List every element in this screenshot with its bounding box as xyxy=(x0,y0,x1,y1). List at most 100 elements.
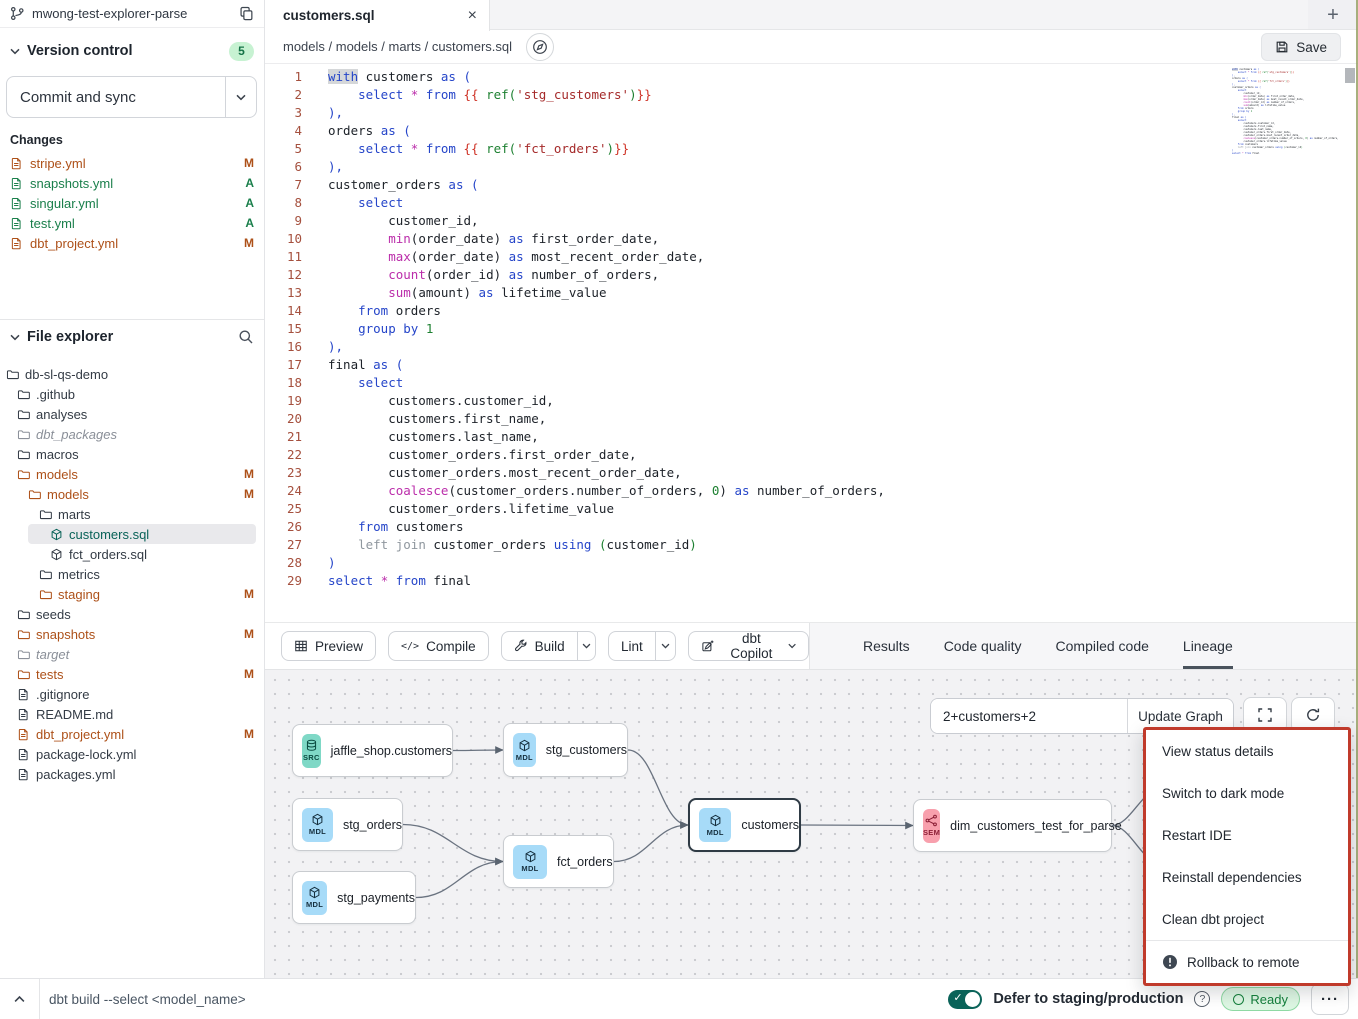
help-icon[interactable]: ? xyxy=(1194,991,1210,1007)
close-tab-icon[interactable]: × xyxy=(468,8,477,24)
status-badge[interactable]: Ready xyxy=(1221,987,1300,1011)
menu-item-restart-ide[interactable]: Restart IDE xyxy=(1146,814,1348,856)
lineage-node-jaffle_shop.customers[interactable]: SRCjaffle_shop.customers xyxy=(292,724,453,777)
tree-item-package-lock.yml[interactable]: package-lock.yml xyxy=(0,744,264,764)
more-options-button[interactable]: ··· xyxy=(1311,983,1349,1015)
menu-item-clean-dbt-project[interactable]: Clean dbt project xyxy=(1146,898,1348,940)
code-line[interactable]: 3), xyxy=(265,104,1358,122)
code-line[interactable]: 24 coalesce(customer_orders.number_of_or… xyxy=(265,482,1358,500)
code-line[interactable]: 19 customers.customer_id, xyxy=(265,392,1358,410)
command-input[interactable]: dbt build --select <model_name> xyxy=(49,992,246,1007)
copy-branch-button[interactable] xyxy=(239,6,254,21)
code-line[interactable]: 22 customer_orders.first_order_date, xyxy=(265,446,1358,464)
code-line[interactable]: 18 select xyxy=(265,374,1358,392)
code-line[interactable]: 26 from customers xyxy=(265,518,1358,536)
tree-item-.gitignore[interactable]: .gitignore xyxy=(0,684,264,704)
code-line[interactable]: 5 select * from {{ ref('fct_orders')}} xyxy=(265,140,1358,158)
change-row-stripe.yml[interactable]: stripe.ymlM xyxy=(0,153,264,173)
code-line[interactable]: 14 from orders xyxy=(265,302,1358,320)
tree-item-metrics[interactable]: metrics xyxy=(0,564,264,584)
code-line[interactable]: 25 customer_orders.lifetime_value xyxy=(265,500,1358,518)
code-line[interactable]: 27 left join customer_orders using (cust… xyxy=(265,536,1358,554)
dbt-copilot-button[interactable]: dbt Copilot xyxy=(688,631,809,661)
code-line[interactable]: 12 count(order_id) as number_of_orders, xyxy=(265,266,1358,284)
open-in-explorer-button[interactable] xyxy=(526,33,554,61)
tab-customers-sql[interactable]: customers.sql × xyxy=(265,0,490,31)
code-line[interactable]: 6), xyxy=(265,158,1358,176)
file-search-button[interactable] xyxy=(238,329,254,345)
version-control-header[interactable]: Version control 5 xyxy=(0,38,264,64)
tree-item-.github[interactable]: .github xyxy=(0,384,264,404)
change-row-snapshots.yml[interactable]: snapshots.ymlA xyxy=(0,173,264,193)
code-line[interactable]: 13 sum(amount) as lifetime_value xyxy=(265,284,1358,302)
tree-item-customers.sql[interactable]: customers.sql xyxy=(28,524,256,544)
tree-item-models[interactable]: modelsM xyxy=(0,484,264,504)
change-row-test.yml[interactable]: test.ymlA xyxy=(0,213,264,233)
code-line[interactable]: 28) xyxy=(265,554,1358,572)
lineage-node-stg_payments[interactable]: MDLstg_payments xyxy=(292,871,416,924)
code-line[interactable]: 17final as ( xyxy=(265,356,1358,374)
new-tab-button[interactable]: + xyxy=(1327,5,1339,25)
code-line[interactable]: 8 select xyxy=(265,194,1358,212)
tab-results[interactable]: Results xyxy=(863,623,910,669)
menu-item-rollback-to-remote[interactable]: Rollback to remote xyxy=(1146,941,1348,983)
build-options-button[interactable] xyxy=(577,632,595,660)
code-line[interactable]: 16), xyxy=(265,338,1358,356)
tree-item-tests[interactable]: testsM xyxy=(0,664,264,684)
tree-item-models[interactable]: modelsM xyxy=(0,464,264,484)
tree-item-macros[interactable]: macros xyxy=(0,444,264,464)
lineage-search-input[interactable] xyxy=(931,699,1127,733)
compile-button[interactable]: </> Compile xyxy=(388,631,489,661)
save-button[interactable]: Save xyxy=(1261,33,1341,61)
code-line[interactable]: 4orders as ( xyxy=(265,122,1358,140)
code-line[interactable]: 11 max(order_date) as most_recent_order_… xyxy=(265,248,1358,266)
tree-item-target[interactable]: target xyxy=(0,644,264,664)
menu-item-view-status-details[interactable]: View status details xyxy=(1146,730,1348,772)
build-button[interactable]: Build xyxy=(502,632,577,660)
lint-options-button[interactable] xyxy=(655,632,676,660)
commit-and-sync-button[interactable]: Commit and sync xyxy=(7,77,225,117)
code-line[interactable]: 20 customers.first_name, xyxy=(265,410,1358,428)
change-row-singular.yml[interactable]: singular.ymlA xyxy=(0,193,264,213)
scrollbar-thumb[interactable] xyxy=(1345,68,1355,83)
lineage-node-fct_orders[interactable]: MDLfct_orders xyxy=(503,835,614,888)
code-line[interactable]: 1with customers as ( xyxy=(265,68,1358,86)
code-line[interactable]: 2 select * from {{ ref('stg_customers')}… xyxy=(265,86,1358,104)
tree-item-staging[interactable]: stagingM xyxy=(0,584,264,604)
minimap[interactable]: with customers as ( select * from {{ ref… xyxy=(1232,68,1344,155)
code-line[interactable]: 15 group by 1 xyxy=(265,320,1358,338)
tree-item-README.md[interactable]: README.md xyxy=(0,704,264,724)
preview-button[interactable]: Preview xyxy=(281,631,376,661)
editor-scrollbar[interactable] xyxy=(1344,64,1356,622)
menu-item-switch-to-dark-mode[interactable]: Switch to dark mode xyxy=(1146,772,1348,814)
tab-compiled-code[interactable]: Compiled code xyxy=(1056,623,1149,669)
code-area[interactable]: 1with customers as (2 select * from {{ r… xyxy=(265,64,1358,590)
code-line[interactable]: 21 customers.last_name, xyxy=(265,428,1358,446)
code-editor[interactable]: 1with customers as (2 select * from {{ r… xyxy=(265,64,1358,622)
lineage-node-dim_customers_test_for_parse[interactable]: SEMdim_customers_test_for_parse xyxy=(913,799,1112,852)
tree-item-packages.yml[interactable]: packages.yml xyxy=(0,764,264,784)
tree-item-db-sl-qs-demo[interactable]: db-sl-qs-demo xyxy=(0,364,264,384)
commit-options-button[interactable] xyxy=(225,77,256,117)
tree-item-dbt_project.yml[interactable]: dbt_project.ymlM xyxy=(0,724,264,744)
tab-lineage[interactable]: Lineage xyxy=(1183,623,1233,669)
tree-item-seeds[interactable]: seeds xyxy=(0,604,264,624)
tab-code-quality[interactable]: Code quality xyxy=(944,623,1022,669)
change-row-dbt_project.yml[interactable]: dbt_project.ymlM xyxy=(0,233,264,253)
code-line[interactable]: 7customer_orders as ( xyxy=(265,176,1358,194)
collapse-panel-button[interactable] xyxy=(0,979,40,1019)
lineage-node-stg_customers[interactable]: MDLstg_customers xyxy=(503,723,628,777)
lint-button[interactable]: Lint xyxy=(609,632,655,660)
code-line[interactable]: 29select * from final xyxy=(265,572,1358,590)
menu-item-reinstall-dependencies[interactable]: Reinstall dependencies xyxy=(1146,856,1348,898)
tree-item-marts[interactable]: marts xyxy=(0,504,264,524)
lineage-node-customers[interactable]: MDLcustomers xyxy=(688,798,801,852)
code-line[interactable]: 9 customer_id, xyxy=(265,212,1358,230)
code-line[interactable]: 23 customer_orders.most_recent_order_dat… xyxy=(265,464,1358,482)
tree-item-dbt_packages[interactable]: dbt_packages xyxy=(0,424,264,444)
file-explorer-header[interactable]: File explorer xyxy=(0,324,264,350)
defer-toggle[interactable]: ✓ xyxy=(948,990,982,1009)
tree-item-snapshots[interactable]: snapshotsM xyxy=(0,624,264,644)
code-line[interactable]: 10 min(order_date) as first_order_date, xyxy=(265,230,1358,248)
tree-item-analyses[interactable]: analyses xyxy=(0,404,264,424)
